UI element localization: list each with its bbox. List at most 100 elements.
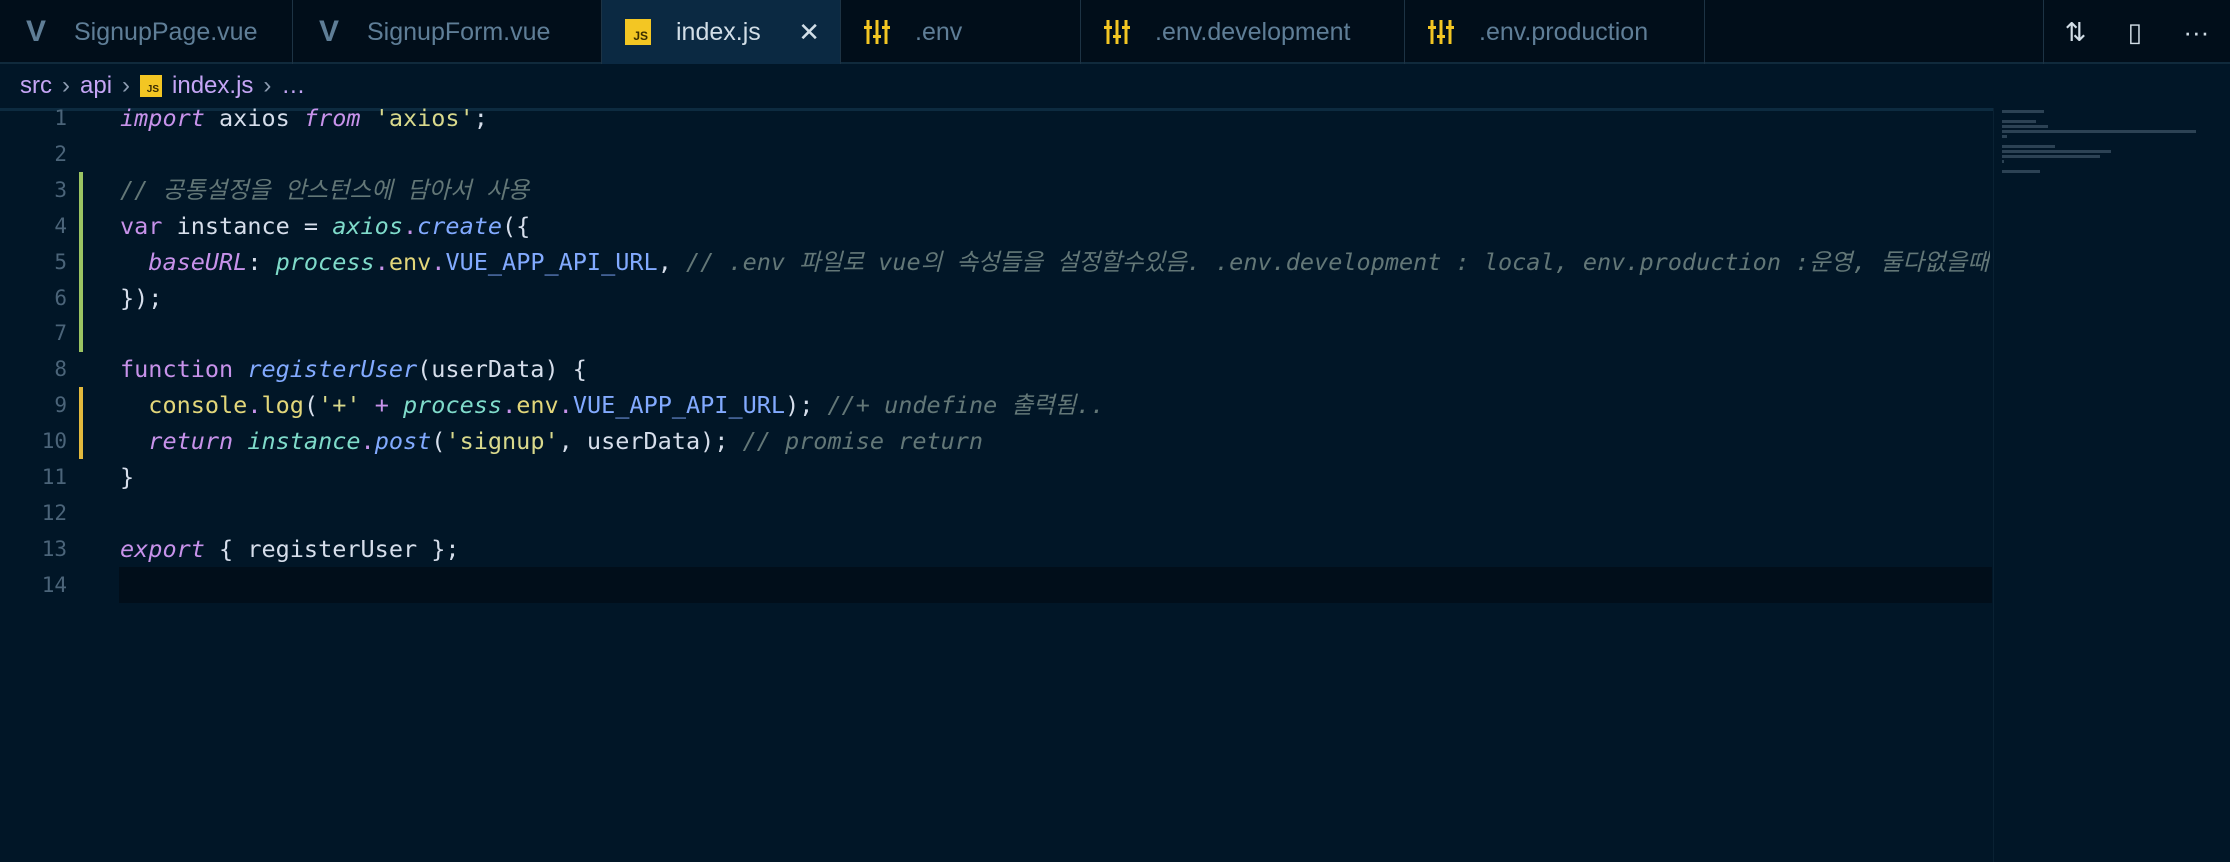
minimap-line [2002,150,2111,153]
code-token: { registerUser }; [204,534,460,563]
minimap[interactable] [1993,108,2230,862]
tab-label: .env [915,17,963,46]
code-line[interactable]: // 공통설정을 안스턴스에 담아서 사용 [120,172,1990,208]
code-line[interactable] [120,136,1990,172]
close-tab-icon[interactable]: ✕ [798,17,820,48]
tab-label: .env.production [1479,17,1649,46]
code-token: process [403,391,503,420]
tab-label: .env.development [1155,17,1351,46]
tab--env-development[interactable]: .env.development [1081,0,1405,64]
code-line[interactable]: }); [120,280,1990,316]
minimap-line [2002,160,2004,163]
tab-signupform-vue[interactable]: V SignupForm.vue [293,0,602,64]
code-token: ); [785,391,828,420]
code-token: . [431,247,446,276]
minimap-line [2002,110,2044,113]
code-token: // 공통설정을 안스턴스에 담아서 사용 [120,175,530,204]
git-added-indicator[interactable] [79,172,83,352]
settings-icon [863,18,891,46]
code-token: '+' [318,391,361,420]
git-modified-indicator[interactable] [79,387,83,459]
code-line[interactable] [120,315,1990,351]
line-number: 12 [41,500,67,525]
minimap-line [2002,145,2055,148]
code-token: } [120,463,135,491]
code-token: function [120,355,234,384]
code-token: ( [303,391,319,420]
code-token: instance = [162,211,333,240]
code-token: //+ undefine 출력됨.. [827,391,1105,420]
code-line[interactable]: return instance.post('signup', userData)… [120,423,1990,459]
line-number: 2 [54,141,67,166]
line-number: 10 [41,429,67,454]
line-number: 3 [54,177,67,202]
minimap-line [2002,125,2049,128]
code-token: axios [204,104,304,132]
line-number: 7 [54,321,67,346]
code-line[interactable]: baseURL: process.env.VUE_APP_API_URL, //… [120,244,1990,280]
minimap-line [2002,120,2036,123]
js-icon: JS [140,75,163,97]
settings-icon [1103,18,1131,46]
code-line[interactable] [120,567,1990,603]
tab-index-js[interactable]: JS index.js ✕ [602,0,841,64]
editor-actions: ⇅ ▯ ··· [2043,0,2230,64]
code-token: 'axios' [374,104,474,132]
tab-signuppage-vue[interactable]: V SignupPage.vue [0,0,293,64]
code-token: return [148,427,234,456]
code-line[interactable]: var instance = axios.create({ [120,208,1990,244]
code-token: . [360,427,375,456]
code-token: from [303,104,361,132]
breadcrumb-file[interactable]: index.js [172,72,253,100]
code-token: + [360,391,404,420]
code-token: process [275,247,375,276]
code-token: , userData); [558,427,743,456]
code-token: log [261,391,304,420]
code-token: baseURL [148,247,248,276]
code-token: . [558,391,573,420]
code-token: . [402,211,418,240]
code-line[interactable]: import axios from 'axios'; [120,100,1990,136]
code-line[interactable]: } [120,459,1990,495]
js-icon: JS [624,18,652,46]
code-token: . [374,247,389,276]
code-token: registerUser [247,355,418,384]
code-token: (userData) { [417,355,587,384]
code-token: . [247,391,262,420]
code-line[interactable]: console.log('+' + process.env.VUE_APP_AP… [120,387,1990,423]
code-token: VUE_APP_API_URL [445,247,658,276]
code-line[interactable]: function registerUser(userData) { [120,351,1990,387]
code-token: , [657,247,686,276]
code-token: axios [332,211,403,240]
code-token: import [120,104,205,132]
code-token: // promise return [742,427,984,456]
minimap-line [2002,155,2100,158]
line-number: 5 [54,249,67,274]
tab-label: index.js [676,17,761,46]
more-actions-icon[interactable]: ··· [2183,17,2209,48]
code-token: create [417,211,503,240]
chevron-right-icon: › [122,72,131,99]
chevron-right-icon: › [263,72,272,99]
code-token: // .env 파일로 vue의 속성들을 설정할수있음. .env.devel… [685,247,1989,276]
line-number: 9 [54,393,67,418]
code-token: : [247,247,276,276]
split-editor-icon[interactable]: ▯ [2128,17,2142,48]
tab--env[interactable]: .env [841,0,1081,64]
line-number: 13 [41,536,67,561]
tab--env-production[interactable]: .env.production [1405,0,1705,64]
code-line[interactable] [120,495,1990,531]
code-line[interactable]: export { registerUser }; [120,531,1990,567]
breadcrumb-api[interactable]: api [80,72,112,100]
breadcrumb-symbols[interactable]: … [281,72,305,100]
compare-changes-icon[interactable]: ⇅ [2065,17,2087,48]
code-token: env [388,247,432,276]
code-token: console [148,391,248,420]
tab-bar: ⇅ ▯ ··· V SignupPage.vue V SignupForm.vue JS… [0,0,2230,64]
breadcrumb-src[interactable]: src [20,72,52,100]
line-number: 6 [54,285,67,310]
